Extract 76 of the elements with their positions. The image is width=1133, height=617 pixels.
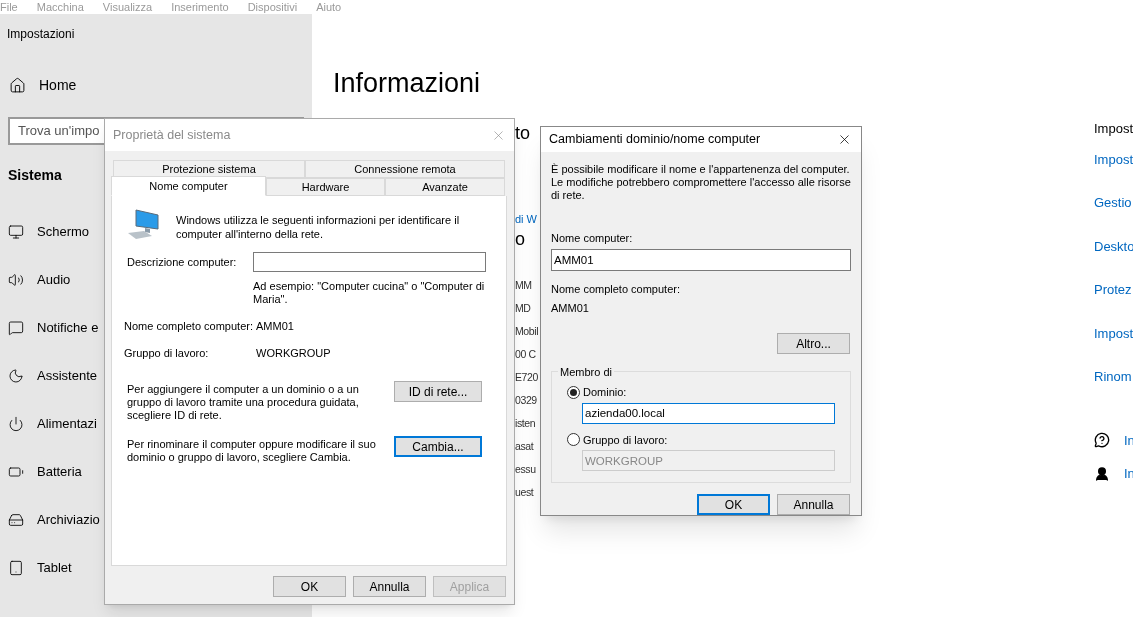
- page-heading: Informazioni: [333, 70, 481, 97]
- dialog-title: Proprietà del sistema: [113, 126, 231, 144]
- action-text: Per rinominare il computer oppure modificare il suo dominio o gruppo di lavoro, scegliere Cambia.: [127, 438, 377, 464]
- field-value: WORKGROUP: [256, 345, 331, 361]
- field-label: Nome completo computer:: [124, 319, 254, 334]
- battery-icon: [8, 464, 24, 480]
- speaker-icon: [8, 272, 24, 288]
- related-link[interactable]: Impost: [1094, 323, 1133, 343]
- related-link[interactable]: Impost: [1094, 149, 1133, 169]
- domain-field[interactable]: azienda00.local: [582, 402, 835, 424]
- field-value: AMM01: [256, 319, 294, 334]
- nav-item[interactable]: Schermo: [0, 208, 90, 256]
- nav-item[interactable]: Archiviazio: [0, 496, 100, 544]
- tab[interactable]: Connessione remota: [305, 160, 505, 178]
- dialog-button[interactable]: ID di rete...: [394, 381, 482, 402]
- dialog-button[interactable]: OK: [697, 494, 770, 515]
- section-title: Sistema: [8, 166, 62, 185]
- nav-item[interactable]: Alimentazi: [0, 400, 97, 448]
- radio-button[interactable]: [567, 385, 580, 399]
- nav-item[interactable]: Audio: [0, 256, 71, 304]
- text-fragment: isten: [515, 417, 536, 429]
- intro-text: È possibile modificare il nome e l'appartenenza del computer. Le modifiche potrebbero compromettere l'accesso alle risorse di rete.: [551, 162, 852, 202]
- nav-item[interactable]: Assistente: [0, 352, 97, 400]
- related-link[interactable]: Rinom: [1094, 367, 1132, 387]
- text-fragment: 00 C: [515, 348, 536, 360]
- text-fragment: E720: [515, 371, 538, 383]
- tab[interactable]: Protezione sistema: [113, 160, 305, 178]
- computer-icon: [126, 209, 160, 239]
- home-icon: [9, 77, 26, 94]
- monitor-icon: [8, 224, 24, 240]
- dialog-button[interactable]: Annulla: [353, 576, 426, 597]
- text-fragment: essu: [515, 463, 536, 475]
- computer-name-field[interactable]: AMM01: [551, 249, 851, 271]
- field-value: AMM01: [551, 300, 590, 316]
- dialog-button[interactable]: Altro...: [777, 333, 850, 354]
- power-icon: [8, 416, 24, 432]
- dialog-button[interactable]: Annulla: [777, 494, 850, 515]
- help-icon: [1094, 432, 1110, 449]
- person-icon: [1094, 465, 1110, 482]
- text-fragment: 0329: [515, 394, 537, 406]
- drive-icon: [8, 512, 24, 528]
- window-title: Impostazioni: [7, 26, 75, 43]
- radio-option[interactable]: Dominio:: [567, 384, 627, 401]
- text-fragment: o: [515, 229, 525, 249]
- nav-item[interactable]: Tablet: [0, 544, 72, 592]
- related-title: Impost: [1094, 120, 1133, 138]
- tab[interactable]: Hardware: [266, 178, 385, 196]
- text-fragment: MD: [515, 302, 531, 314]
- tab[interactable]: Avanzate: [385, 178, 505, 196]
- field-label: Nome completo computer:: [551, 282, 681, 297]
- text-fragment[interactable]: di W: [515, 213, 537, 225]
- related-link[interactable]: Deskto: [1094, 236, 1133, 256]
- dialog-button[interactable]: OK: [273, 576, 346, 597]
- text-fragment: asat: [515, 440, 534, 452]
- action-text: Per aggiungere il computer a un dominio o a un gruppo di lavoro tramite una procedura guidata, scegliere ID di rete.: [127, 383, 360, 422]
- text-fragment: uest: [515, 486, 534, 498]
- intro-text: Windows utilizza le seguenti informazioni per identificare il computer all'interno della rete.: [176, 213, 461, 241]
- tab[interactable]: Nome computer: [111, 176, 266, 196]
- field-label: Descrizione computer:: [127, 254, 238, 270]
- field-label: Gruppo di lavoro:: [124, 345, 210, 361]
- nav-item[interactable]: Batteria: [0, 448, 82, 496]
- description-field[interactable]: [253, 252, 486, 272]
- dialog-title: Cambiamenti dominio/nome computer: [549, 130, 761, 148]
- text-fragment: Mobil: [515, 325, 539, 337]
- text-fragment: MM: [515, 279, 532, 291]
- field-label: Nome computer:: [551, 230, 634, 246]
- related-link[interactable]: Gestio: [1094, 193, 1132, 213]
- text-fragment: to: [515, 123, 530, 143]
- nav-item[interactable]: Notifiche e: [0, 304, 99, 352]
- tablet-icon: [8, 560, 24, 576]
- home-item[interactable]: Home: [9, 75, 77, 96]
- message-icon: [8, 320, 24, 336]
- hint-text: Ad esempio: "Computer cucina" o "Computer di Maria".: [253, 280, 486, 306]
- related-link[interactable]: Protez: [1094, 280, 1132, 300]
- dialog-button[interactable]: Cambia...: [394, 436, 482, 457]
- moon-icon: [8, 368, 24, 384]
